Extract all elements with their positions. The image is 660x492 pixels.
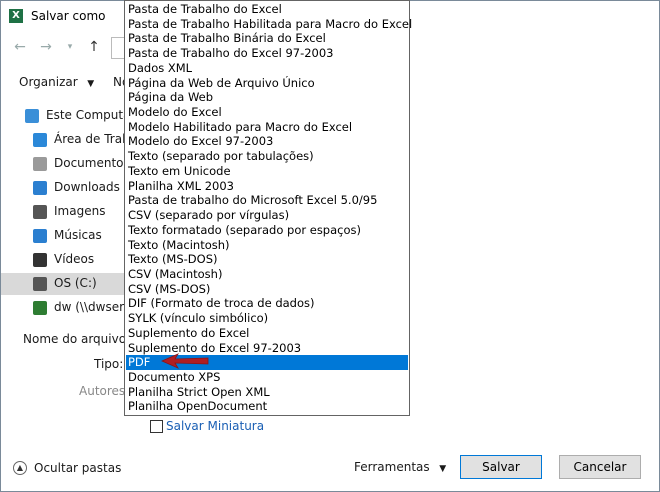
sidebar-item[interactable]: Área de Traba	[1, 129, 125, 151]
file-type-option[interactable]: Planilha XML 2003	[126, 179, 408, 194]
sidebar-item-label: dw (\\dwserve	[54, 300, 125, 314]
sidebar-item-label: Este Computad	[46, 108, 125, 122]
sidebar-item[interactable]: Vídeos	[1, 249, 125, 271]
sidebar-item-label: Área de Traba	[54, 132, 125, 146]
file-type-option[interactable]: CSV (Macintosh)	[126, 267, 408, 282]
sidebar-item-label: Downloads	[54, 180, 120, 194]
pictures-icon	[33, 205, 47, 219]
file-type-option[interactable]: DIF (Formato de troca de dados)	[126, 296, 408, 311]
file-type-option[interactable]: Texto (MS-DOS)	[126, 252, 408, 267]
file-type-option[interactable]: Suplemento do Excel	[126, 326, 408, 341]
authors-label: Autores:	[79, 384, 130, 398]
drive-icon	[33, 277, 47, 291]
file-type-option[interactable]: Pasta de Trabalho do Excel	[126, 2, 408, 17]
sidebar-item[interactable]: Documentos	[1, 153, 125, 175]
file-type-option[interactable]: Pasta de Trabalho Habilitada para Macro …	[126, 17, 412, 32]
chevron-down-icon: ▼	[81, 79, 95, 89]
hide-folders-label: Ocultar pastas	[34, 461, 122, 475]
file-type-option[interactable]: Modelo do Excel	[126, 105, 408, 120]
sidebar-item-label: OS (C:)	[54, 276, 97, 290]
forward-arrow-icon[interactable]: →	[37, 38, 55, 56]
network-drive-icon	[33, 301, 47, 315]
file-type-option[interactable]: Documento XPS	[126, 370, 408, 385]
file-type-option[interactable]: Modelo do Excel 97-2003	[126, 134, 408, 149]
file-type-option[interactable]: Página da Web	[126, 90, 408, 105]
file-type-option[interactable]: Página da Web de Arquivo Único	[126, 76, 408, 91]
filename-label: Nome do arquivo:	[23, 332, 131, 346]
sidebar-item[interactable]: Downloads	[1, 177, 125, 199]
arrow-shape	[161, 353, 209, 369]
file-type-option[interactable]: Pasta de Trabalho Binária do Excel	[126, 31, 408, 46]
file-type-option[interactable]: Modelo Habilitado para Macro do Excel	[126, 120, 408, 135]
file-type-option[interactable]: Texto formatado (separado por espaços)	[126, 223, 408, 238]
file-type-option[interactable]: Pasta de Trabalho do Excel 97-2003	[126, 46, 408, 61]
sidebar-item[interactable]: dw (\\dwserve	[1, 297, 125, 319]
sidebar-item[interactable]: OS (C:)	[1, 273, 125, 295]
music-icon	[33, 229, 47, 243]
cancel-button[interactable]: Cancelar	[559, 455, 641, 479]
red-arrow-annotation	[161, 353, 209, 369]
back-arrow-icon[interactable]: ←	[11, 38, 29, 56]
sidebar-item[interactable]: Este Computad	[1, 105, 125, 127]
file-type-option[interactable]: Planilha Strict Open XML	[126, 385, 408, 400]
file-type-option[interactable]: Planilha OpenDocument	[126, 399, 408, 414]
file-type-option[interactable]: Pasta de trabalho do Microsoft Excel 5.0…	[126, 193, 408, 208]
sidebar-item-label: Vídeos	[54, 252, 95, 266]
videos-icon	[33, 253, 47, 267]
computer-icon	[25, 109, 39, 123]
sidebar-item-label: Imagens	[54, 204, 106, 218]
excel-app-icon: X	[9, 9, 23, 23]
chevron-up-icon: ▲	[13, 461, 27, 475]
sidebar-item-label: Músicas	[54, 228, 102, 242]
navigation-pane: Este Computad Área de Traba Documentos Down…	[1, 101, 125, 315]
file-type-option[interactable]: Texto (separado por tabulações)	[126, 149, 408, 164]
file-type-option[interactable]: CSV (MS-DOS)	[126, 282, 408, 297]
sidebar-item[interactable]: Imagens	[1, 201, 125, 223]
chevron-down-icon: ▼	[433, 464, 447, 474]
up-arrow-icon[interactable]: ↑	[85, 38, 103, 56]
tools-button[interactable]: Ferramentas ▼	[354, 460, 446, 474]
documents-icon	[33, 157, 47, 171]
window-title: Salvar como	[31, 9, 106, 23]
sidebar-item-label: Documentos	[54, 156, 125, 170]
save-thumbnail-checkbox[interactable]	[150, 420, 163, 433]
desktop-icon	[33, 133, 47, 147]
file-type-option[interactable]: Texto em Unicode	[126, 164, 408, 179]
file-type-option[interactable]: CSV (separado por vírgulas)	[126, 208, 408, 223]
sidebar-item[interactable]: Músicas	[1, 225, 125, 247]
recent-chevron-icon[interactable]: ▾	[61, 38, 79, 56]
organize-button[interactable]: Organizar ▼	[19, 75, 94, 89]
file-type-option[interactable]: Texto (Macintosh)	[126, 238, 408, 253]
save-button[interactable]: Salvar	[460, 455, 542, 479]
file-type-option[interactable]: SYLK (vínculo simbólico)	[126, 311, 408, 326]
file-type-option[interactable]: Dados XML	[126, 61, 408, 76]
type-label: Tipo:	[94, 357, 124, 371]
download-icon	[33, 181, 47, 195]
save-thumbnail-label[interactable]: Salvar Miniatura	[166, 419, 264, 433]
